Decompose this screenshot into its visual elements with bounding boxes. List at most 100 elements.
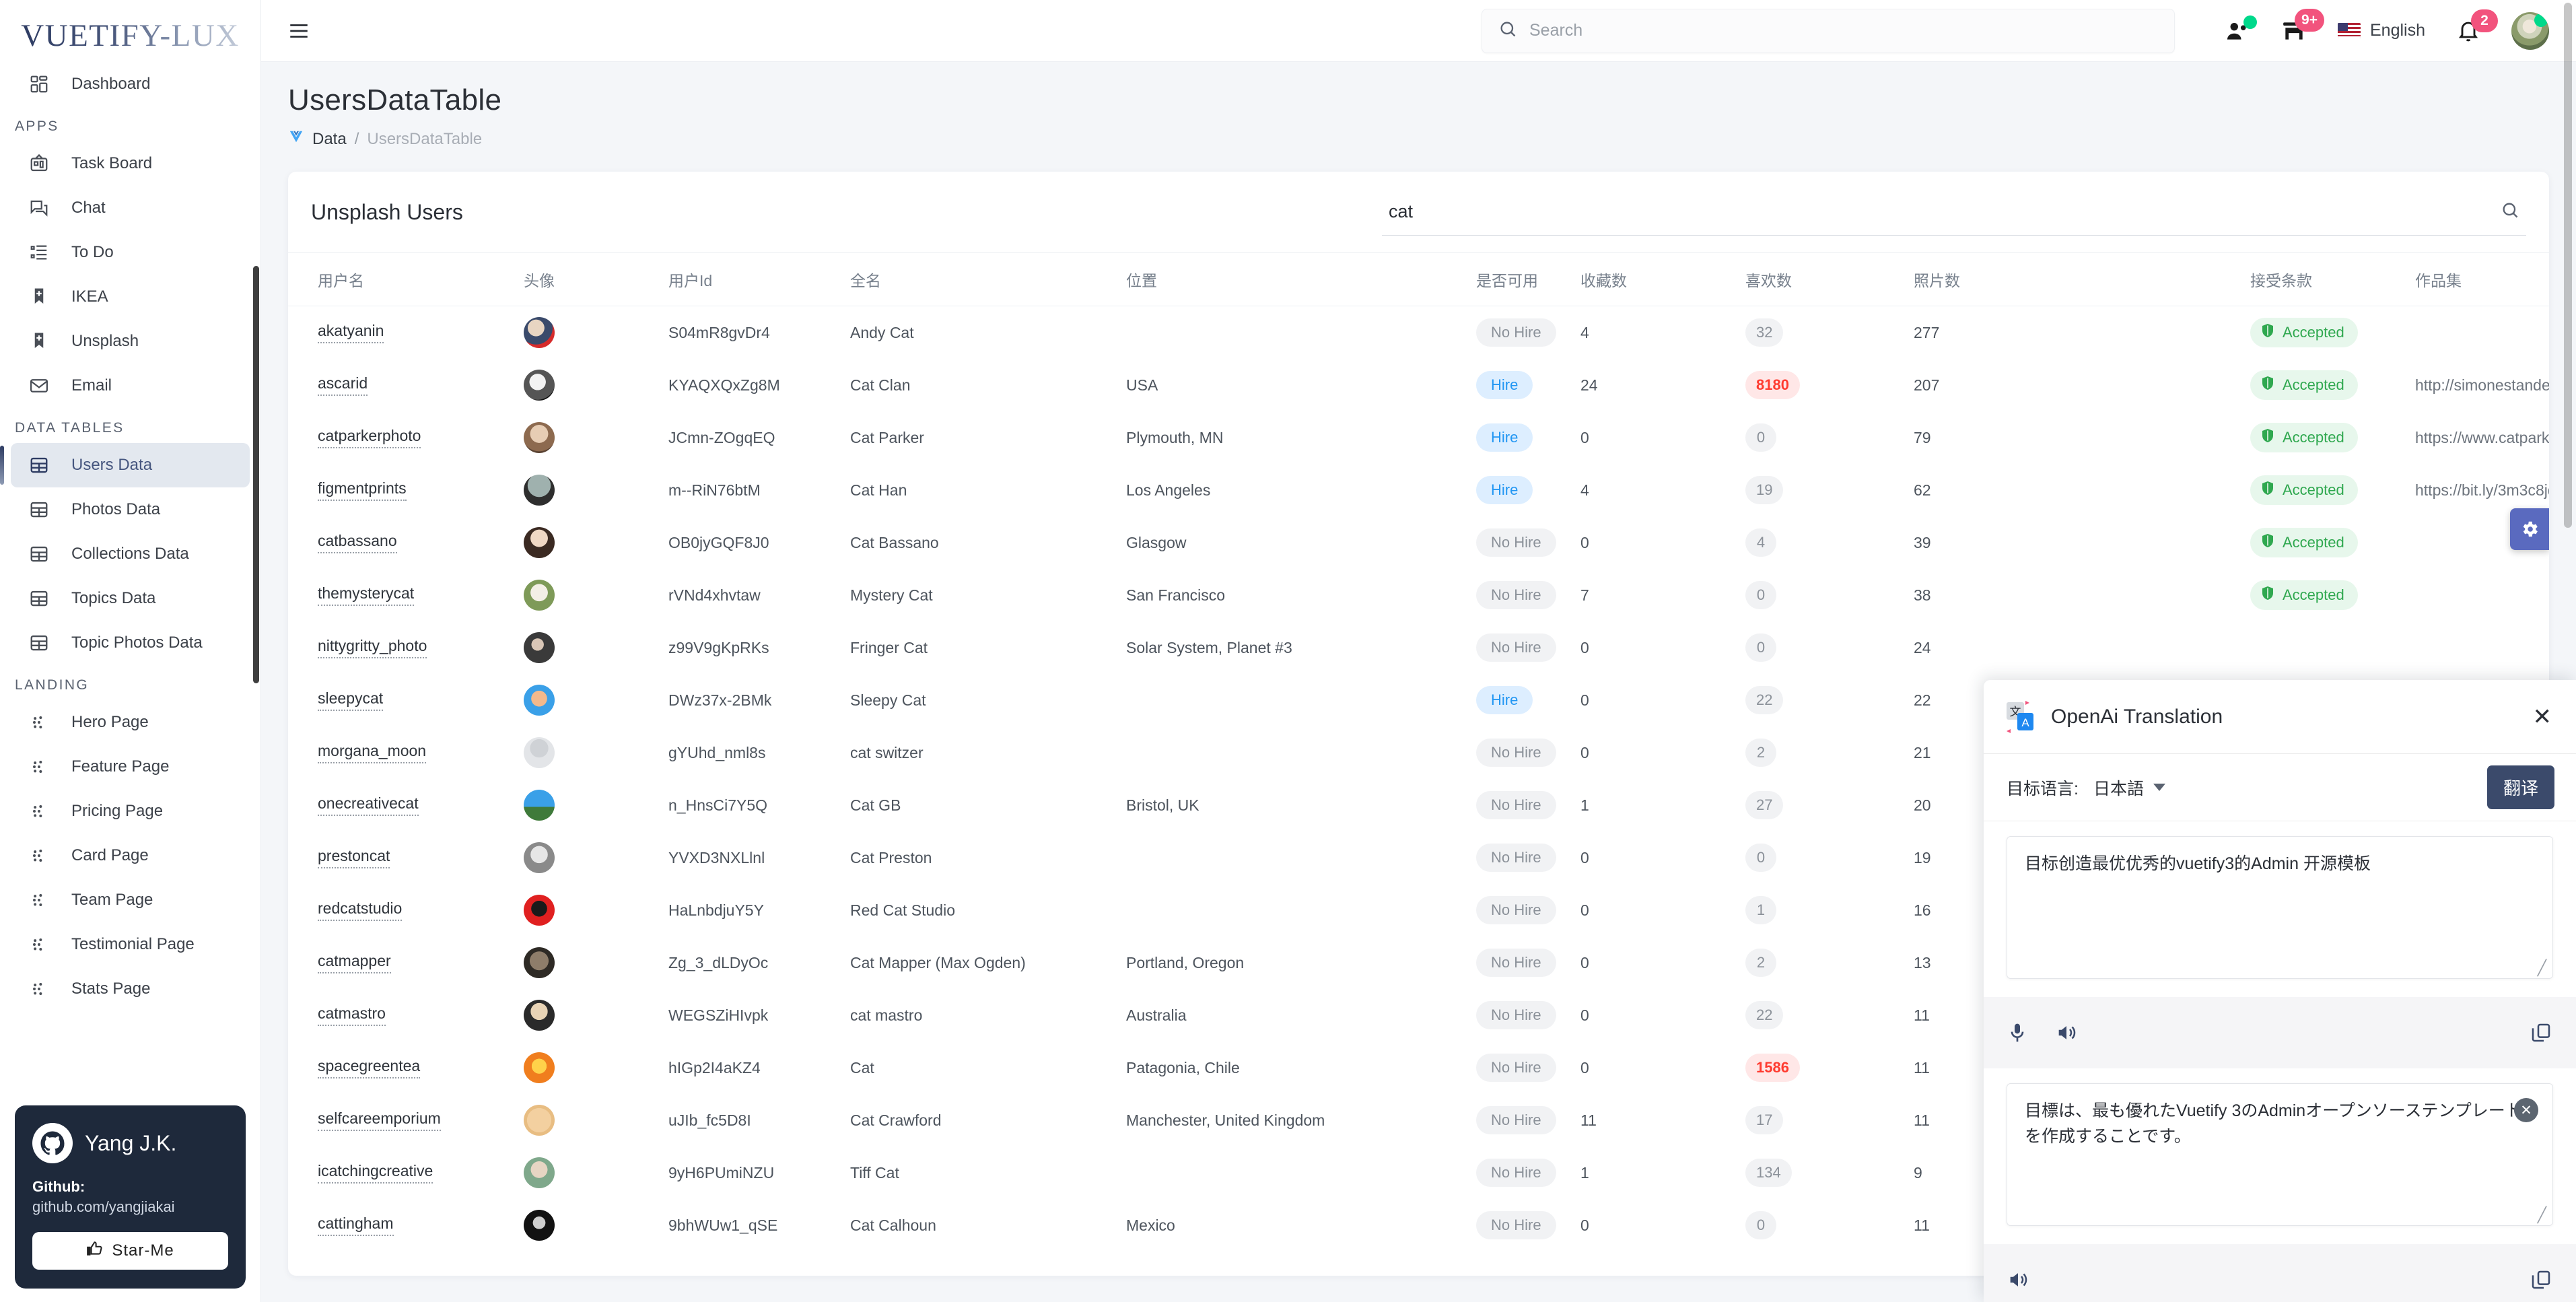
username-link[interactable]: figmentprints xyxy=(318,479,407,501)
col-terms[interactable]: 接受条款 xyxy=(2243,252,2408,306)
result-textarea[interactable] xyxy=(2007,1083,2553,1226)
table-row[interactable]: ascarid KYAQXQxZg8M Cat Clan USA Hire 24 8180 2… xyxy=(288,359,2549,411)
col-collections[interactable]: 收藏数 xyxy=(1574,252,1739,306)
cell-avatar xyxy=(517,1094,662,1146)
speaker-icon[interactable] xyxy=(2007,1268,2029,1291)
contacts-button[interactable] xyxy=(2225,15,2257,44)
username-link[interactable]: nittygritty_photo xyxy=(318,637,427,658)
copy-icon[interactable] xyxy=(2530,1022,2552,1043)
avatar xyxy=(524,842,555,873)
portfolio-link[interactable]: https://bit.ly/3m3c8jq xyxy=(2415,481,2549,499)
global-search-input[interactable] xyxy=(1529,21,2158,40)
sidebar-item-topic-photos-data[interactable]: Topic Photos Data xyxy=(11,621,250,665)
search-icon[interactable] xyxy=(2501,201,2519,223)
username-link[interactable]: morgana_moon xyxy=(318,742,427,763)
col-likes[interactable]: 喜欢数 xyxy=(1739,252,1907,306)
notifications-button[interactable]: 2 xyxy=(2456,9,2498,43)
sidebar-item-pricing-page[interactable]: Pricing Page xyxy=(11,789,250,833)
table-row[interactable]: nittygritty_photo z99V9gKpRKs Fringer Cat S… xyxy=(288,621,2549,674)
sidebar-item-collections-data[interactable]: Collections Data xyxy=(11,532,250,576)
portfolio-link[interactable]: https://www.catparkerphoto.com xyxy=(2415,429,2549,446)
speaker-icon[interactable] xyxy=(2055,1021,2078,1044)
col-portfolio[interactable]: 作品集 xyxy=(2408,252,2549,306)
sidebar-item-label: Unsplash xyxy=(71,332,139,350)
col-avatar[interactable]: 头像 xyxy=(517,252,662,306)
cell-fullname: Cat GB xyxy=(850,796,901,814)
settings-fab-button[interactable] xyxy=(2510,508,2549,550)
username-link[interactable]: catparkerphoto xyxy=(318,427,421,448)
col-username[interactable]: 用户名 xyxy=(288,252,517,306)
target-language-row: 目标语言: 日本語 翻译 xyxy=(1984,754,2576,821)
sidebar-item-stats-page[interactable]: Stats Page xyxy=(11,967,250,1011)
sidebar-item-photos-data[interactable]: Photos Data xyxy=(11,487,250,532)
col-fullname[interactable]: 全名 xyxy=(843,252,1119,306)
table-row[interactable]: catbassano OB0jyGQF8J0 Cat Bassano Glasgow N… xyxy=(288,516,2549,569)
user-avatar[interactable] xyxy=(2511,11,2549,50)
sidebar-item-ikea[interactable]: IKEA xyxy=(11,275,250,319)
sidebar-item-testimonial-page[interactable]: Testimonial Page xyxy=(11,922,250,967)
search-icon xyxy=(1498,20,1517,42)
sidebar-item-dashboard[interactable]: Dashboard xyxy=(11,62,250,106)
breadcrumb-root[interactable]: Data xyxy=(312,130,347,149)
copy-icon[interactable] xyxy=(2530,1269,2552,1291)
star-me-button[interactable]: Star-Me xyxy=(32,1232,228,1270)
table-row[interactable]: catparkerphoto JCmn-ZOgqEQ Cat Parker Plymo… xyxy=(288,411,2549,464)
username-link[interactable]: prestoncat xyxy=(318,847,390,868)
col-userid[interactable]: 用户Id xyxy=(662,252,843,306)
source-textarea[interactable] xyxy=(2007,836,2553,979)
sidebar-item-email[interactable]: Email xyxy=(11,364,250,408)
sidebar-item-users-data[interactable]: Users Data xyxy=(0,443,250,487)
sidebar-item-chat[interactable]: Chat xyxy=(11,186,250,230)
global-search[interactable] xyxy=(1482,8,2175,53)
username-link[interactable]: catmastro xyxy=(318,1004,386,1026)
username-link[interactable]: akatyanin xyxy=(318,322,384,343)
col-available[interactable]: 是否可用 xyxy=(1469,252,1574,306)
username-link[interactable]: catmapper xyxy=(318,952,391,973)
cell-avatar xyxy=(517,831,662,884)
username-link[interactable]: icatchingcreative xyxy=(318,1162,433,1184)
table-row[interactable]: figmentprints m--RiN76btM Cat Han Los Angel… xyxy=(288,464,2549,516)
col-location[interactable]: 位置 xyxy=(1119,252,1469,306)
portfolio-link[interactable]: http://simonestander.com xyxy=(2415,376,2549,394)
col-photos[interactable]: 照片数 xyxy=(1907,252,2243,306)
close-icon[interactable]: ✕ xyxy=(2533,706,2552,728)
sidebar-item-unsplash[interactable]: Unsplash xyxy=(11,319,250,364)
username-link[interactable]: ascarid xyxy=(318,374,368,396)
mic-icon[interactable] xyxy=(2007,1022,2028,1043)
sidebar-item-team-page[interactable]: Team Page xyxy=(11,878,250,922)
store-button[interactable]: 9+ xyxy=(2281,8,2324,44)
avatar xyxy=(524,1000,555,1031)
table-search-input[interactable] xyxy=(1389,201,2488,222)
cell-username: sleepycat xyxy=(288,674,517,726)
cell-terms: Accepted xyxy=(2243,569,2408,621)
sidebar-item-topics-data[interactable]: Topics Data xyxy=(11,576,250,621)
sidebar-scrollbar[interactable] xyxy=(253,266,259,683)
username-link[interactable]: onecreativecat xyxy=(318,794,419,816)
clear-icon[interactable]: ✕ xyxy=(2514,1098,2538,1122)
sidebar-item-card-page[interactable]: Card Page xyxy=(11,833,250,878)
sidebar-item-to-do[interactable]: To Do xyxy=(11,230,250,275)
brand-logo[interactable]: VUETIFY-LUX xyxy=(0,0,260,62)
username-link[interactable]: spacegreentea xyxy=(318,1057,421,1078)
table-search[interactable] xyxy=(1382,189,2526,236)
cell-collections: 1 xyxy=(1580,796,1589,814)
svg-text:A: A xyxy=(2021,716,2029,729)
table-row[interactable]: themysterycat rVNd4xhvtaw Mystery Cat San F… xyxy=(288,569,2549,621)
cell-available: No Hire xyxy=(1469,306,1574,359)
menu-toggle-icon[interactable] xyxy=(283,15,315,47)
username-link[interactable]: sleepycat xyxy=(318,689,384,711)
username-link[interactable]: catbassano xyxy=(318,532,397,553)
sidebar-item-hero-page[interactable]: Hero Page xyxy=(11,700,250,745)
table-row[interactable]: akatyanin S04mR8gvDr4 Andy Cat No Hire 4 32 27… xyxy=(288,306,2549,359)
target-language-select[interactable]: 日本語 xyxy=(2093,776,2165,800)
translate-button[interactable]: 翻译 xyxy=(2486,765,2554,809)
sidebar-item-label: Card Page xyxy=(71,846,149,864)
username-link[interactable]: selfcareemporium xyxy=(318,1109,441,1131)
language-selector[interactable]: English xyxy=(2338,21,2425,40)
username-link[interactable]: cattingham xyxy=(318,1214,394,1236)
sidebar-item-feature-page[interactable]: Feature Page xyxy=(11,745,250,789)
username-link[interactable]: themysterycat xyxy=(318,584,415,606)
sidebar-item-task-board[interactable]: Task Board xyxy=(11,141,250,186)
cell-portfolio: http://simonestander.com xyxy=(2408,359,2549,411)
username-link[interactable]: redcatstudio xyxy=(318,899,403,921)
